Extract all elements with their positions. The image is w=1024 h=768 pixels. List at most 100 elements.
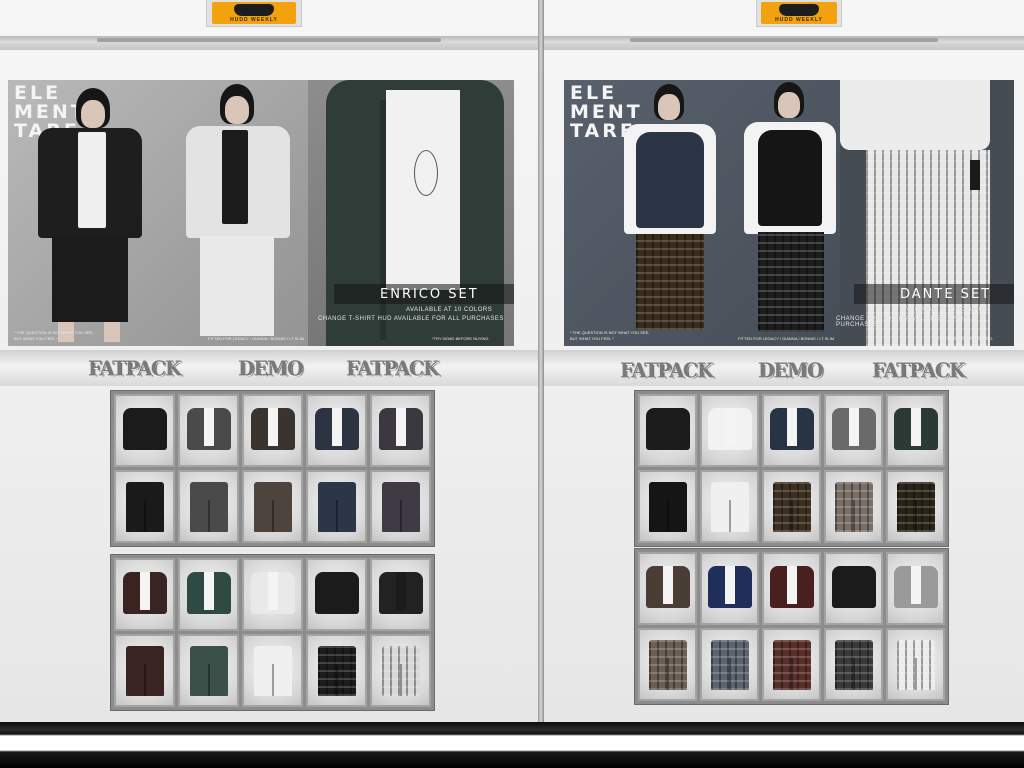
color-vendor-grid-top: [110, 390, 435, 547]
vendor-tile-bottom[interactable]: [178, 634, 239, 707]
try-demo-text-2: *TRY DEMO BEFORE BUYING: [936, 336, 993, 341]
vendor-tile-top[interactable]: [306, 394, 367, 467]
demo-button[interactable]: DEMO: [238, 357, 304, 381]
garment-bottom-swatch: [253, 482, 292, 532]
vendor-tile-bottom[interactable]: [638, 628, 697, 701]
tagline-text-4: BUT WHAT YOU FEEL *: [570, 336, 614, 341]
garment-bottom-swatch: [381, 646, 420, 696]
fatpack-button-4[interactable]: FATPACK: [872, 359, 965, 383]
garment-top-swatch: [250, 408, 295, 450]
vendor-tile-top[interactable]: [824, 394, 883, 467]
garment-bottom-swatch: [253, 646, 292, 696]
vendor-tile-top[interactable]: [114, 558, 175, 631]
vendor-tile-top[interactable]: [638, 394, 697, 467]
vendor-tile-bottom[interactable]: [114, 634, 175, 707]
garment-top-swatch: [707, 408, 752, 450]
try-demo-text: *TRY DEMO BEFORE BUYING: [432, 336, 489, 341]
color-vendor-grid-top-2: [634, 390, 949, 547]
vendor-tile-bottom[interactable]: [824, 470, 883, 543]
model-light-outfit: [176, 84, 296, 346]
vendor-tile-top[interactable]: [242, 394, 303, 467]
garment-bottom-swatch: [710, 482, 749, 532]
vendor-tile-bottom[interactable]: [242, 470, 303, 543]
tagline-text-2: BUT WHAT YOU FEEL *: [14, 336, 58, 341]
color-vendor-grid-bottom: [110, 554, 435, 711]
vendor-tile-bottom[interactable]: [242, 634, 303, 707]
garment-top-swatch: [250, 572, 295, 614]
vendor-tile-bottom[interactable]: [370, 634, 431, 707]
vendor-tile-top[interactable]: [824, 552, 883, 625]
vendor-tile-bottom[interactable]: [370, 470, 431, 543]
fatpack-button-3[interactable]: FATPACK: [620, 359, 713, 383]
hud-logo-text: HUDD WEEKLY: [230, 16, 278, 23]
vendor-tile-bottom[interactable]: [762, 470, 821, 543]
garment-bottom-swatch: [317, 482, 356, 532]
hud-logo-text-2: HUDD WEEKLY: [775, 16, 823, 23]
vendor-tile-bottom[interactable]: [700, 628, 759, 701]
garment-top-swatch: [378, 408, 423, 450]
set-title: ENRICO SET: [380, 287, 479, 302]
model-black-vest-outfit: [740, 82, 840, 346]
garment-bottom-swatch: [189, 646, 228, 696]
vendor-tile-top[interactable]: [638, 552, 697, 625]
vendor-tile-bottom[interactable]: [886, 628, 945, 701]
vendor-tile-bottom[interactable]: [700, 470, 759, 543]
hud-note-text: CHANGE T-SHIRT HUD AVAILABLE FOR ALL PUR…: [318, 316, 504, 322]
garment-top-swatch: [645, 566, 690, 608]
vendor-tile-top[interactable]: [370, 394, 431, 467]
garment-top-swatch: [893, 408, 938, 450]
color-vendor-grid-bottom-2: [634, 548, 949, 705]
vendor-tile-bottom[interactable]: [114, 470, 175, 543]
fatpack-button[interactable]: FATPACK: [88, 357, 181, 381]
garment-top-swatch: [314, 408, 359, 450]
purchase-buttons-row-2: FATPACK DEMO FATPACK: [544, 350, 1024, 386]
hud-weekly-logo-2: HUDD WEEKLY: [756, 0, 842, 27]
vendor-tile-top[interactable]: [306, 558, 367, 631]
vendor-tile-top[interactable]: [886, 394, 945, 467]
garment-bottom-swatch: [381, 482, 420, 532]
enrico-set-poster[interactable]: ELE MENT TARE ENRICO SET AVAIL: [8, 80, 514, 346]
vendor-tile-bottom[interactable]: [306, 634, 367, 707]
fitted-bodies-text: FITTED FOR LEGACY / GIANNA / BONNIE / LT…: [208, 336, 305, 341]
vendor-panel-dante: HUDD WEEKLY ELE MENT TARE DANTE SET AVAI…: [544, 0, 1024, 722]
vendor-tile-top[interactable]: [178, 394, 239, 467]
vendor-tile-top[interactable]: [700, 552, 759, 625]
shelf-top-bar-2: [544, 36, 1024, 50]
vendor-tile-bottom[interactable]: [178, 470, 239, 543]
vendor-tile-top[interactable]: [114, 394, 175, 467]
vendor-tile-bottom[interactable]: [762, 628, 821, 701]
purchase-buttons-row: FATPACK DEMO FATPACK: [0, 350, 538, 386]
garment-top-swatch: [122, 572, 167, 614]
vendor-tile-bottom[interactable]: [638, 470, 697, 543]
garment-top-swatch: [186, 572, 231, 614]
garment-bottom-swatch: [317, 646, 356, 696]
hud-note-text-2: CHANGE SHIRT HUD AVAILABLE FOR ALL PURCH…: [836, 316, 972, 328]
set-title-2: DANTE SET: [900, 287, 992, 302]
demo-button-2[interactable]: DEMO: [758, 359, 824, 383]
vendor-tile-bottom[interactable]: [824, 628, 883, 701]
garment-bottom-swatch: [834, 482, 873, 532]
garment-top-swatch: [122, 408, 167, 450]
tagline-text: * THE QUESTION IS NOT WHAT YOU SEE,: [14, 330, 94, 335]
vendor-tile-top[interactable]: [886, 552, 945, 625]
garment-bottom-swatch: [648, 482, 687, 532]
garment-bottom-swatch: [189, 482, 228, 532]
availability-text: AVAILABLE AT 10 COLORS: [406, 307, 493, 313]
vendor-tile-top[interactable]: [178, 558, 239, 631]
vendor-tile-top[interactable]: [700, 394, 759, 467]
garment-bottom-swatch: [125, 482, 164, 532]
garment-bottom-swatch: [772, 640, 811, 690]
vendor-tile-top[interactable]: [370, 558, 431, 631]
vendor-panel-enrico: HUDD WEEKLY ELE MENT TARE: [0, 0, 538, 722]
vendor-tile-top[interactable]: [762, 552, 821, 625]
vendor-tile-top[interactable]: [242, 558, 303, 631]
vendor-tile-bottom[interactable]: [306, 470, 367, 543]
dante-set-poster[interactable]: ELE MENT TARE DANTE SET AVAILABLE AT 10 …: [564, 80, 1014, 346]
model-dark-outfit: [28, 88, 148, 346]
vendor-tile-bottom[interactable]: [886, 470, 945, 543]
garment-bottom-swatch: [710, 640, 749, 690]
fatpack-button-2[interactable]: FATPACK: [346, 357, 439, 381]
vendor-tile-top[interactable]: [762, 394, 821, 467]
garment-top-swatch: [893, 566, 938, 608]
shelf-top-bar: [0, 36, 538, 50]
